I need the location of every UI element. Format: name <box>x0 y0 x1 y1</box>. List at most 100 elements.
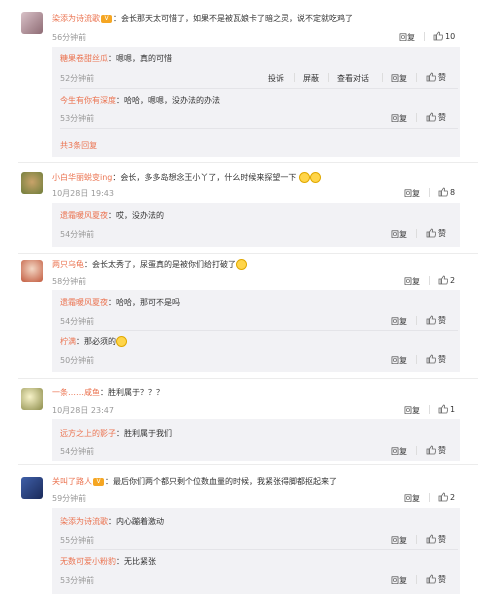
like-button[interactable]: 2 <box>438 275 455 285</box>
like-label: 赞 <box>438 73 446 82</box>
comment-username[interactable]: 小白华丽蜕变ing <box>52 173 112 182</box>
thumbs-up-icon <box>438 187 449 197</box>
reply-text: ：嗯嗯，真的可惜 <box>108 54 172 63</box>
avatar[interactable] <box>21 12 43 34</box>
like-button[interactable]: 赞 <box>426 574 446 585</box>
divider <box>416 355 417 364</box>
reply-button[interactable]: 回复 <box>404 276 420 287</box>
reply-list: 遗霜暖风夏夜：哈哈，那可不是吗 54分钟前 回复 赞 柠满：那必须的 50分钟前… <box>52 290 460 372</box>
reply-username[interactable]: 染添为诗流歌 <box>60 517 108 526</box>
more-replies-link[interactable]: 共3条回复 <box>60 140 97 151</box>
reply-username[interactable]: 糖果卷甜丝瓜 <box>60 54 108 63</box>
reply-username[interactable]: 遗霜暖风夏夜 <box>60 298 108 307</box>
reply-button[interactable]: 回复 <box>391 316 407 327</box>
thumbs-up-icon <box>438 492 449 502</box>
comment-divider <box>18 464 478 465</box>
thumbs-up-icon <box>433 31 444 41</box>
reply-time: 54分钟前 <box>60 447 95 456</box>
block-button[interactable]: 屏蔽 <box>303 73 319 84</box>
reply-item: 遗霜暖风夏夜：哈哈，那可不是吗 54分钟前 回复 赞 <box>60 297 460 331</box>
reply-time: 50分钟前 <box>60 356 95 365</box>
comment-text: ：最后你们两个都只剩个位数血量的时候，我紧张得脚都抠起来了 <box>105 477 337 486</box>
like-button[interactable]: 赞 <box>426 72 446 83</box>
reply-button[interactable]: 回复 <box>391 229 407 240</box>
avatar[interactable] <box>21 172 43 194</box>
reply-username[interactable]: 遗霜暖风夏夜 <box>60 211 108 220</box>
comment-thread: 染添为诗流歌 V ：会长那天太可惜了，如果不是被瓦娘卡了暗之灵，说不定就吃鸡了 56… <box>0 0 500 158</box>
divider <box>424 32 425 41</box>
reply-text-line: 染添为诗流歌：内心蹦着激动 <box>60 516 164 527</box>
reply-item: 远方之上的影子：胜利属于我们 54分钟前 回复 赞 <box>60 428 460 458</box>
reply-username[interactable]: 远方之上的影子 <box>60 429 116 438</box>
avatar[interactable] <box>21 477 43 499</box>
reply-divider <box>60 128 458 129</box>
reply-item: 今生有你有深度：哈哈，嗯嗯，没办法的办法 53分钟前 回复 赞 <box>60 95 460 131</box>
divider <box>416 229 417 238</box>
reply-text: ：哈哈，那可不是吗 <box>108 298 180 307</box>
comment-thread: 一条……咸鱼：胜利属于？？？ 10月28日 23:47 回复 1 远方之上的影子… <box>0 382 500 462</box>
report-button[interactable]: 投诉 <box>268 73 284 84</box>
reply-username[interactable]: 无数可爱小粉豹 <box>60 557 116 566</box>
thumbs-up-icon <box>438 275 449 285</box>
like-button[interactable]: 1 <box>438 404 455 414</box>
comment-text-line: 一条……咸鱼：胜利属于？？？ <box>52 387 164 398</box>
avatar[interactable] <box>21 388 43 410</box>
comment-text: ：会长那天太可惜了，如果不是被瓦娘卡了暗之灵，说不定就吃鸡了 <box>113 14 353 23</box>
like-button[interactable]: 赞 <box>426 354 446 365</box>
like-label: 赞 <box>438 575 446 584</box>
like-button[interactable]: 10 <box>433 31 455 41</box>
like-button[interactable]: 赞 <box>426 315 446 326</box>
reply-button[interactable]: 回复 <box>404 493 420 504</box>
like-button[interactable]: 8 <box>438 187 455 197</box>
like-button[interactable]: 赞 <box>426 534 446 545</box>
like-button[interactable]: 赞 <box>426 112 446 123</box>
reply-username[interactable]: 柠满 <box>60 337 76 346</box>
comment-username[interactable]: 两只乌龟 <box>52 260 84 269</box>
comment-time: 56分钟前 <box>52 33 87 42</box>
reply-list: 遗霜暖风夏夜：哎，没办法的 54分钟前 回复 赞 <box>52 203 460 247</box>
reply-button[interactable]: 回复 <box>391 113 407 124</box>
reply-text: ：无比紧张 <box>116 557 156 566</box>
like-label: 赞 <box>438 113 446 122</box>
reply-button[interactable]: 回复 <box>404 405 420 416</box>
reply-time: 55分钟前 <box>60 536 95 545</box>
view-conversation-button[interactable]: 查看对话 <box>337 73 369 84</box>
divider <box>416 316 417 325</box>
reply-text: ：哎，没办法的 <box>108 211 164 220</box>
thumbs-up-icon <box>426 534 437 544</box>
comment-username[interactable]: 染添为诗流歌 <box>52 14 100 23</box>
reply-list: 远方之上的影子：胜利属于我们 54分钟前 回复 赞 <box>52 419 460 461</box>
comment-username[interactable]: 关叫了路人 <box>52 477 92 486</box>
reply-divider <box>60 88 458 89</box>
reply-username[interactable]: 今生有你有深度 <box>60 96 116 105</box>
reply-button[interactable]: 回复 <box>391 73 407 84</box>
reply-button[interactable]: 回复 <box>391 535 407 546</box>
avatar[interactable] <box>21 260 43 282</box>
thumbs-up-emoji-icon <box>236 259 247 270</box>
reply-time: 54分钟前 <box>60 230 95 239</box>
divider <box>416 113 417 122</box>
like-button[interactable]: 赞 <box>426 445 446 456</box>
reply-text: ：内心蹦着激动 <box>108 517 164 526</box>
reply-button[interactable]: 回复 <box>404 188 420 199</box>
reply-button[interactable]: 回复 <box>391 575 407 586</box>
comment-divider <box>18 162 478 163</box>
comment-text: ：胜利属于？？？ <box>100 388 164 397</box>
like-count: 1 <box>450 405 456 414</box>
reply-text-line: 遗霜暖风夏夜：哎，没办法的 <box>60 210 164 221</box>
like-button[interactable]: 赞 <box>426 228 446 239</box>
reply-text: ：那必须的 <box>76 337 116 346</box>
reply-button[interactable]: 回复 <box>399 32 415 43</box>
like-count: 2 <box>450 493 456 502</box>
like-count: 2 <box>450 276 456 285</box>
reply-button[interactable]: 回复 <box>391 355 407 366</box>
comment-username[interactable]: 一条……咸鱼 <box>52 388 100 397</box>
reply-item: 无数可爱小粉豹：无比紧张 53分钟前 回复 赞 <box>60 556 460 590</box>
divider <box>429 188 430 197</box>
reply-text: ：胜利属于我们 <box>116 429 172 438</box>
thumbs-up-icon <box>426 574 437 584</box>
reply-divider <box>60 330 458 331</box>
like-button[interactable]: 2 <box>438 492 455 502</box>
reply-time: 52分钟前 <box>60 74 95 83</box>
reply-button[interactable]: 回复 <box>391 446 407 457</box>
